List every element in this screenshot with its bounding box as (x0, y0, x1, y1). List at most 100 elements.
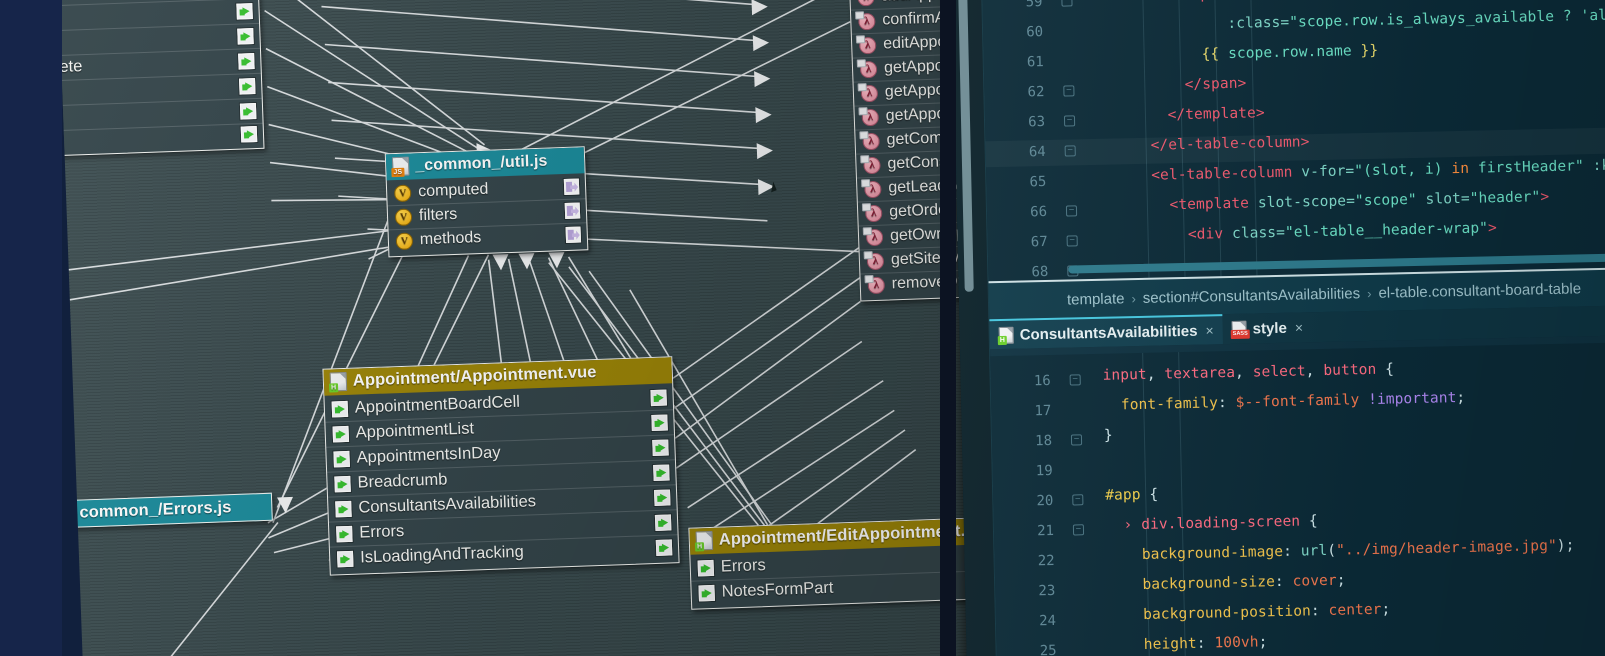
code-fold-toggle[interactable]: − (1072, 494, 1084, 506)
line-number: 67 (1030, 233, 1048, 251)
component-icon (698, 584, 715, 601)
line-number: 61 (1026, 54, 1044, 71)
code-fold-toggle[interactable]: − (1063, 115, 1076, 127)
function-icon: λ (861, 202, 883, 222)
chevron-right-icon: › (1131, 290, 1136, 306)
scrollbar-thumb[interactable] (958, 0, 974, 292)
code-line[interactable]: background-image: url("../img/header-ima… (1106, 538, 1575, 564)
function-icon: λ (860, 154, 881, 174)
breadcrumb-item[interactable]: el-table.consultant-board-table (1378, 280, 1581, 301)
line-number-gutter: 59 60 61 62 63 64 65 66 67 68 − − − − − … (982, 0, 1101, 281)
node-row-label: filters (418, 205, 458, 225)
component-icon (336, 525, 353, 542)
export-icon (563, 178, 580, 196)
line-number: 60 (1026, 24, 1044, 41)
tab-label: ConsultantsAvailabilities (1019, 322, 1198, 344)
vue-file-icon: H (694, 530, 714, 552)
code-line[interactable]: background-position: center; (1108, 602, 1391, 624)
line-number: 68 (1031, 263, 1049, 281)
diagram-node-appointment-vue[interactable]: H Appointment/Appointment.vue Appointmen… (322, 356, 680, 576)
function-icon: λ (863, 250, 885, 270)
vue-property-icon: V (395, 231, 414, 250)
node-title-label: common_/Errors.js (79, 498, 232, 522)
code-line[interactable]: input, textarea, select, button { (1102, 361, 1394, 383)
code-line[interactable]: #app { (1105, 487, 1158, 504)
code-line[interactable]: </span> (1096, 76, 1246, 95)
close-icon[interactable]: × (1295, 319, 1304, 335)
vue-file-icon: H (997, 326, 1014, 345)
code-line[interactable]: <template slot-scope="scope" slot="heade… (1099, 189, 1549, 215)
chevron-right-icon: › (1366, 285, 1372, 301)
line-number: 19 (1035, 462, 1053, 480)
line-number-gutter: 16 17 18 19 20 21 22 23 24 25 − − − − (990, 354, 1109, 656)
function-icon: λ (855, 34, 877, 54)
screenshot-root: Autocomplete s tocomplete ntsAutocomplet… (0, 0, 1605, 656)
component-icon (336, 550, 354, 567)
line-number: 21 (1036, 522, 1055, 540)
function-icon: λ (857, 82, 879, 102)
sass-file-icon: SASS (1230, 320, 1250, 339)
line-number: 20 (1036, 492, 1054, 510)
export-icon (564, 202, 581, 220)
code-line[interactable]: background-size: cover; (1107, 573, 1345, 594)
line-number: 17 (1034, 402, 1052, 420)
code-line[interactable]: font-family: $--font-family !important; (1103, 390, 1466, 414)
line-number: 23 (1038, 582, 1056, 600)
node-row-label (58, 135, 234, 145)
breadcrumb-item[interactable]: section#ConsultantsAvailabilities (1143, 285, 1361, 307)
scss-editor-pane[interactable]: 16 17 18 19 20 21 22 23 24 25 − − − − in… (990, 341, 1605, 656)
code-line[interactable]: {{ scope.row.name }} (1095, 43, 1378, 65)
node-rows: V computed V filters V methods (386, 173, 588, 256)
code-line[interactable]: height: 100vh; (1108, 634, 1268, 653)
js-file-icon: JS (391, 156, 410, 178)
code-line[interactable]: :class="scope.row.is_always_available ? … (1095, 7, 1605, 35)
component-icon (654, 514, 672, 531)
code-fold-toggle[interactable]: − (1065, 205, 1078, 217)
code-fold-toggle[interactable]: − (1072, 524, 1085, 536)
component-icon (237, 27, 254, 45)
html-editor-pane[interactable]: 59 60 61 62 63 64 65 66 67 68 − − − − − … (981, 0, 1605, 282)
tab-style[interactable]: SASS style × (1222, 312, 1312, 344)
node-title-label: _common_/util.js (414, 152, 548, 174)
function-icon: λ (860, 178, 882, 198)
vue-property-icon: V (394, 207, 413, 226)
code-line[interactable]: </template> (1097, 105, 1264, 125)
code-fold-toggle[interactable]: − (1066, 235, 1078, 247)
node-rows: AppointmentBoardCell AppointmentList App… (324, 383, 678, 574)
function-icon: λ (862, 226, 884, 246)
breadcrumb-item[interactable]: template (1067, 290, 1125, 308)
monitor-gap (940, 0, 956, 656)
line-number: 24 (1038, 612, 1057, 630)
code-fold-toggle[interactable]: − (1070, 434, 1083, 446)
diagram-node-util-js[interactable]: JS _common_/util.js V computed V filters… (384, 146, 589, 258)
code-line[interactable]: <div class="el-table__header-wrap"> (1099, 220, 1497, 245)
line-number: 22 (1037, 552, 1055, 570)
code-line[interactable]: <span @click="handleAvailability(scope.r… (1094, 0, 1571, 5)
export-icon (565, 226, 582, 243)
component-icon (238, 77, 256, 95)
function-icon: λ (856, 58, 878, 78)
line-number: 18 (1035, 432, 1053, 450)
component-icon (240, 125, 258, 143)
component-icon (652, 439, 669, 457)
function-icon: λ (858, 106, 880, 126)
line-number: 62 (1027, 84, 1045, 101)
vue-file-icon: H (328, 371, 348, 393)
code-fold-toggle[interactable]: − (1064, 145, 1076, 157)
code-fold-toggle[interactable]: − (1063, 85, 1075, 97)
line-number: 64 (1028, 143, 1046, 161)
component-icon (653, 464, 670, 482)
code-line[interactable]: › div.loading-screen { (1106, 513, 1318, 534)
ide-window: 59 60 61 62 63 64 65 66 67 68 − − − − − … (952, 0, 1605, 656)
function-icon: λ (859, 130, 880, 150)
component-icon (697, 559, 715, 576)
function-icon: λ (854, 10, 876, 30)
component-icon (651, 414, 668, 432)
component-icon (653, 489, 671, 507)
component-icon (334, 475, 351, 492)
code-fold-toggle[interactable]: − (1061, 0, 1073, 7)
close-icon[interactable]: × (1205, 322, 1214, 338)
code-fold-toggle[interactable]: − (1069, 374, 1081, 386)
code-line[interactable]: } (1104, 428, 1113, 444)
diagram-node-autocompletes[interactable]: Autocomplete s tocomplete ntsAutocomplet… (58, 0, 265, 160)
